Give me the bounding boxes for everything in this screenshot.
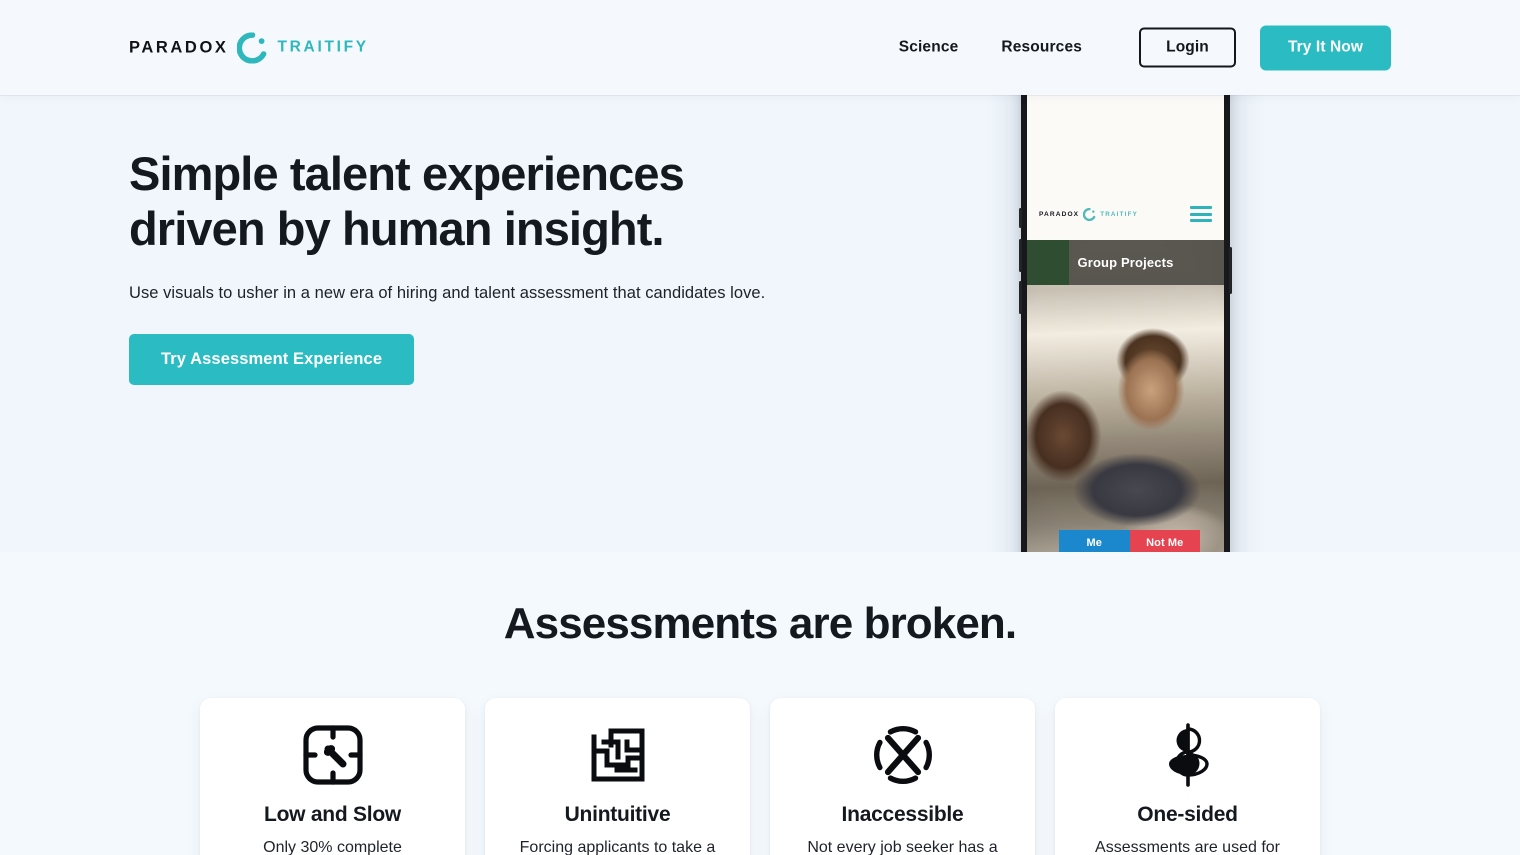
phone-power-button bbox=[1229, 247, 1232, 294]
problem-card-low-and-slow[interactable]: Low and Slow Only 30% complete bbox=[200, 698, 465, 855]
hamburger-menu-icon[interactable] bbox=[1190, 206, 1212, 222]
page-root: PARADOX TRAITIFY Science Resources Login… bbox=[0, 0, 1520, 855]
answer-not-me-button[interactable]: Not Me bbox=[1129, 530, 1200, 552]
hamburger-bar bbox=[1190, 212, 1212, 216]
problem-card-one-sided[interactable]: One-sided Assessments are used for bbox=[1055, 698, 1320, 855]
slide-title: Group Projects bbox=[1077, 255, 1174, 270]
problem-card-title: Unintuitive bbox=[564, 803, 671, 826]
problem-card-text: Not every job seeker has a bbox=[807, 839, 998, 855]
app-paradox-circle-logo-icon bbox=[1083, 207, 1096, 221]
hero-title-line-2: driven by human insight. bbox=[129, 201, 665, 255]
phone-volume-up-button bbox=[1019, 239, 1022, 272]
slow-clock-target-icon bbox=[298, 720, 368, 790]
login-button[interactable]: Login bbox=[1139, 27, 1236, 68]
app-brand-logo: PARADOX TRAITIFY bbox=[1039, 207, 1139, 221]
section-title: Assessments are broken. bbox=[503, 599, 1017, 648]
app-brand-traitify-text: TRAITIFY bbox=[1100, 210, 1139, 218]
assessment-slide: Group Projects Me Not Me bbox=[1027, 240, 1224, 552]
slide-header: Group Projects bbox=[1027, 240, 1224, 285]
hero-title: Simple talent experiences driven by huma… bbox=[129, 147, 849, 257]
assessments-broken-section: Assessments are broken. Low and Slow Onl… bbox=[0, 552, 1520, 855]
brand-paradox-text: PARADOX bbox=[129, 38, 229, 56]
brand-traitify-text: TRAITIFY bbox=[277, 38, 369, 56]
hero-copy: Simple talent experiences driven by huma… bbox=[129, 147, 849, 385]
phone-mockup: PARADOX TRAITIFY Group Projects Me Not M… bbox=[1019, 95, 1232, 552]
app-brand-paradox-text: PARADOX bbox=[1039, 210, 1080, 218]
main-navigation: Science Resources Login Try It Now bbox=[899, 25, 1391, 70]
hero-section: Simple talent experiences driven by huma… bbox=[0, 95, 1520, 552]
brand-logo[interactable]: PARADOX TRAITIFY bbox=[129, 31, 369, 64]
paradox-circle-logo-icon bbox=[236, 31, 268, 64]
half-person-icon bbox=[1153, 720, 1223, 790]
answer-me-button[interactable]: Me bbox=[1059, 530, 1130, 552]
try-assessment-experience-button[interactable]: Try Assessment Experience bbox=[129, 333, 415, 385]
problem-card-title: Inaccessible bbox=[841, 803, 964, 826]
try-it-now-button[interactable]: Try It Now bbox=[1260, 25, 1391, 70]
hero-subtitle: Use visuals to usher in a new era of hir… bbox=[129, 283, 766, 302]
slide-answer-buttons: Me Not Me bbox=[1059, 530, 1200, 552]
app-header-bar: PARADOX TRAITIFY bbox=[1027, 188, 1224, 240]
hamburger-bar bbox=[1190, 218, 1212, 222]
slide-vignette bbox=[1027, 240, 1224, 552]
problem-card-inaccessible[interactable]: Inaccessible Not every job seeker has a bbox=[770, 698, 1035, 855]
nav-item-science[interactable]: Science bbox=[899, 29, 959, 67]
problem-card-text: Assessments are used for bbox=[1095, 839, 1280, 855]
phone-volume-down-button bbox=[1019, 281, 1022, 314]
problem-card-text: Only 30% complete bbox=[263, 839, 402, 855]
problem-card-unintuitive[interactable]: Unintuitive Forcing applicants to take a bbox=[485, 698, 750, 855]
phone-screen: PARADOX TRAITIFY Group Projects Me Not M… bbox=[1027, 95, 1224, 552]
phone-mute-switch bbox=[1019, 208, 1022, 228]
maze-icon bbox=[583, 720, 653, 790]
problem-card-title: Low and Slow bbox=[264, 803, 401, 826]
site-header: PARADOX TRAITIFY Science Resources Login… bbox=[0, 0, 1520, 95]
hero-title-line-1: Simple talent experiences bbox=[129, 147, 685, 200]
nav-item-resources[interactable]: Resources bbox=[1001, 29, 1082, 67]
crossed-circle-icon bbox=[868, 720, 938, 790]
problem-card-text: Forcing applicants to take a bbox=[519, 839, 716, 855]
hamburger-bar bbox=[1190, 206, 1212, 210]
problem-cards-grid: Low and Slow Only 30% complete Unintuiti… bbox=[200, 698, 1320, 855]
problem-card-title: One-sided bbox=[1137, 803, 1238, 826]
